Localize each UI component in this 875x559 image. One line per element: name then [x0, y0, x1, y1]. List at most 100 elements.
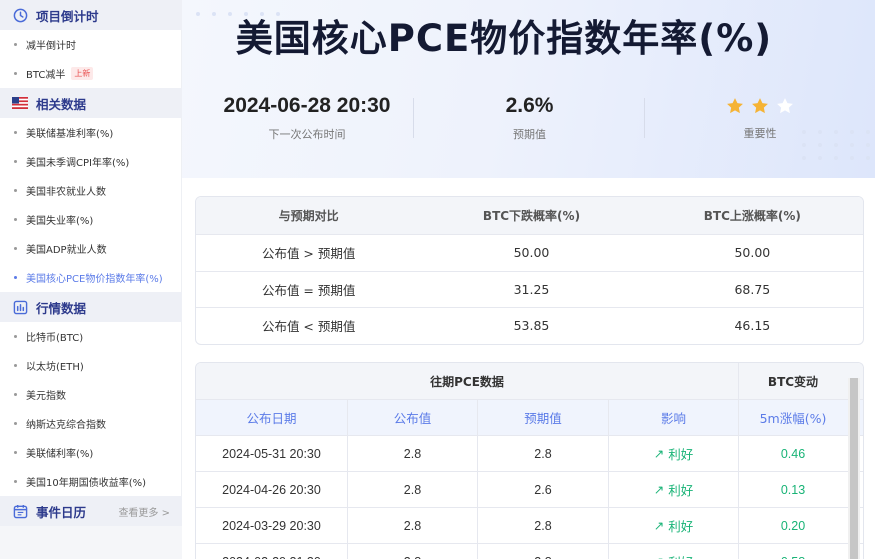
column-header: 公布值	[348, 400, 478, 435]
bullet-icon	[14, 451, 17, 454]
table-cell: 50.00	[734, 245, 771, 261]
table-cell: 50.00	[513, 245, 550, 261]
bullet-icon	[14, 422, 17, 425]
star-icon	[752, 98, 768, 114]
indicator-header: 美国核心PCE物价指数年率(%) 2024-06-28 20:30 下一次公布时…	[182, 0, 875, 178]
table-cell: 53.85	[513, 318, 550, 334]
sidebar-item-label: BTC减半	[26, 70, 66, 81]
bullet-icon	[14, 276, 17, 279]
sidebar-item-label: 美国10年期国债收益率(%)	[26, 478, 147, 489]
table-row: 公布值 < 预期值 53.85 46.15	[196, 307, 863, 344]
expected-cell: 2.6	[478, 472, 609, 507]
star-icon	[727, 98, 743, 114]
table-cell: 46.15	[734, 318, 771, 334]
section-title: 行情数据	[36, 300, 87, 316]
date-cell: 2024-05-31 20:30	[196, 436, 348, 471]
table-cell: 公布值 < 预期值	[261, 319, 356, 335]
table-cell: 68.75	[734, 281, 771, 297]
sidebar-section-market-data[interactable]: 行情数据	[0, 292, 182, 322]
date-cell: 2024-02-29 21:30	[196, 544, 348, 559]
table-row: 公布值 = 预期值 31.25 68.75	[196, 270, 863, 308]
sidebar-item-label: 美元指数	[26, 391, 66, 402]
bullet-icon	[14, 72, 17, 75]
table-cell: 31.25	[513, 281, 550, 297]
importance-stars	[682, 94, 838, 118]
actual-cell: 2.8	[348, 508, 478, 543]
expected-cell: 2.8	[478, 508, 609, 543]
next-release-label: 下一次公布时间	[268, 128, 346, 141]
sidebar-item-core-pce[interactable]: 美国核心PCE物价指数年率(%)	[0, 263, 182, 292]
new-badge: 上新	[71, 67, 94, 80]
divider	[644, 98, 645, 138]
table-row[interactable]: 2024-04-26 20:30 2.8 2.6 ↗ 利好 0.13	[196, 471, 863, 507]
clock-icon	[12, 7, 28, 23]
sidebar-section-event-calendar[interactable]: 事件日历 查看更多 >	[0, 496, 182, 526]
history-scrollbar[interactable]	[848, 378, 860, 559]
change-cell: 0.20	[780, 518, 806, 533]
impact-label: 利好	[668, 552, 693, 559]
sidebar-item-label: 美联储基准利率(%)	[26, 129, 114, 140]
sidebar-item-label: 美国失业率(%)	[26, 216, 94, 227]
us-flag-icon	[12, 95, 28, 111]
date-cell: 2024-04-26 20:30	[196, 472, 348, 507]
sidebar-section-countdown[interactable]: 项目倒计时	[0, 0, 182, 30]
section-title: 相关数据	[36, 96, 87, 112]
column-header: 公布日期	[196, 400, 348, 435]
expected-label: 预期值	[513, 128, 546, 141]
change-cell: 0.58	[739, 544, 847, 559]
star-empty-icon	[777, 98, 793, 114]
sidebar-item-nonfarm[interactable]: 美国非农就业人数	[0, 176, 182, 205]
sidebar-item-treasury-10y[interactable]: 美国10年期国债收益率(%)	[0, 467, 182, 496]
table-row[interactable]: 2024-05-31 20:30 2.8 2.8 ↗ 利好 0.46	[196, 435, 863, 471]
change-cell: 0.46	[780, 446, 806, 461]
sidebar-item-dxy[interactable]: 美元指数	[0, 380, 182, 409]
date-cell: 2024-03-29 20:30	[196, 508, 348, 543]
sidebar-item-adp[interactable]: 美国ADP就业人数	[0, 234, 182, 263]
impact-cell: ↗利好	[609, 472, 739, 507]
section-title: 项目倒计时	[36, 8, 99, 24]
impact-cell: ↗利好	[609, 544, 739, 559]
sidebar-item-fed-rate[interactable]: 美联储基准利率(%)	[0, 118, 182, 147]
column-header: 5m涨幅(%)	[759, 411, 827, 426]
group-header-pce: 往期PCE数据	[196, 363, 739, 399]
sidebar-item-btc[interactable]: 比特币(BTC)	[0, 322, 182, 351]
sidebar-item-nasdaq[interactable]: 纳斯达克综合指数	[0, 409, 182, 438]
bullet-icon	[14, 480, 17, 483]
sidebar-item-label: 纳斯达克综合指数	[26, 420, 106, 431]
sidebar-item-unemployment[interactable]: 美国失业率(%)	[0, 205, 182, 234]
impact-label: 利好	[668, 448, 694, 462]
trend-up-icon: ↗	[653, 447, 665, 461]
sidebar-item-label: 以太坊(ETH)	[26, 362, 84, 373]
table-row[interactable]: 2024-02-29 21:30 2.8 2.8 ↗ 利好 0.58	[196, 543, 863, 559]
bullet-icon	[14, 393, 17, 396]
sidebar-item-eth[interactable]: 以太坊(ETH)	[0, 351, 182, 380]
table-group-header: 往期PCE数据 BTC变动	[196, 363, 863, 399]
expected-cell: 2.8	[478, 544, 609, 559]
bullet-icon	[14, 160, 17, 163]
next-release-value: 2024-06-28 20:30	[223, 94, 391, 117]
scrollbar-thumb[interactable]	[850, 378, 858, 559]
sidebar-item-label: 美国核心PCE物价指数年率(%)	[26, 274, 163, 285]
impact-label: 利好	[668, 520, 694, 534]
impact-cell: ↗利好	[609, 436, 739, 471]
expected-stat: 2.6% 预期值	[452, 94, 607, 142]
see-more-link[interactable]: 查看更多 >	[118, 504, 170, 519]
sidebar-item-label: 美联储利率(%)	[26, 449, 94, 460]
sidebar-item-fed-funds[interactable]: 美联储利率(%)	[0, 438, 182, 467]
section-title: 事件日历	[36, 504, 87, 520]
divider	[413, 98, 414, 138]
sidebar-item-cpi[interactable]: 美国未季调CPI年率(%)	[0, 147, 182, 176]
sidebar-item-label: 美国ADP就业人数	[26, 245, 107, 256]
decorative-dots	[802, 130, 874, 160]
table-row[interactable]: 2024-03-29 20:30 2.8 2.8 ↗ 利好 0.20	[196, 507, 863, 543]
bullet-icon	[14, 131, 17, 134]
sidebar-item-btc-halving[interactable]: BTC减半 上新	[0, 59, 182, 88]
sidebar-section-related-data[interactable]: 相关数据	[0, 88, 182, 118]
sidebar-item-label: 减半倒计时	[26, 41, 76, 52]
sidebar-item-label: 比特币(BTC)	[26, 333, 84, 344]
bullet-icon	[14, 43, 17, 46]
bullet-icon	[14, 364, 17, 367]
sidebar-item-halving-countdown[interactable]: 减半倒计时	[0, 30, 182, 59]
probability-table: 与预期对比 BTC下跌概率(%) BTC上涨概率(%) 公布值 > 预期值 50…	[195, 196, 864, 345]
actual-cell: 2.8	[348, 436, 478, 471]
